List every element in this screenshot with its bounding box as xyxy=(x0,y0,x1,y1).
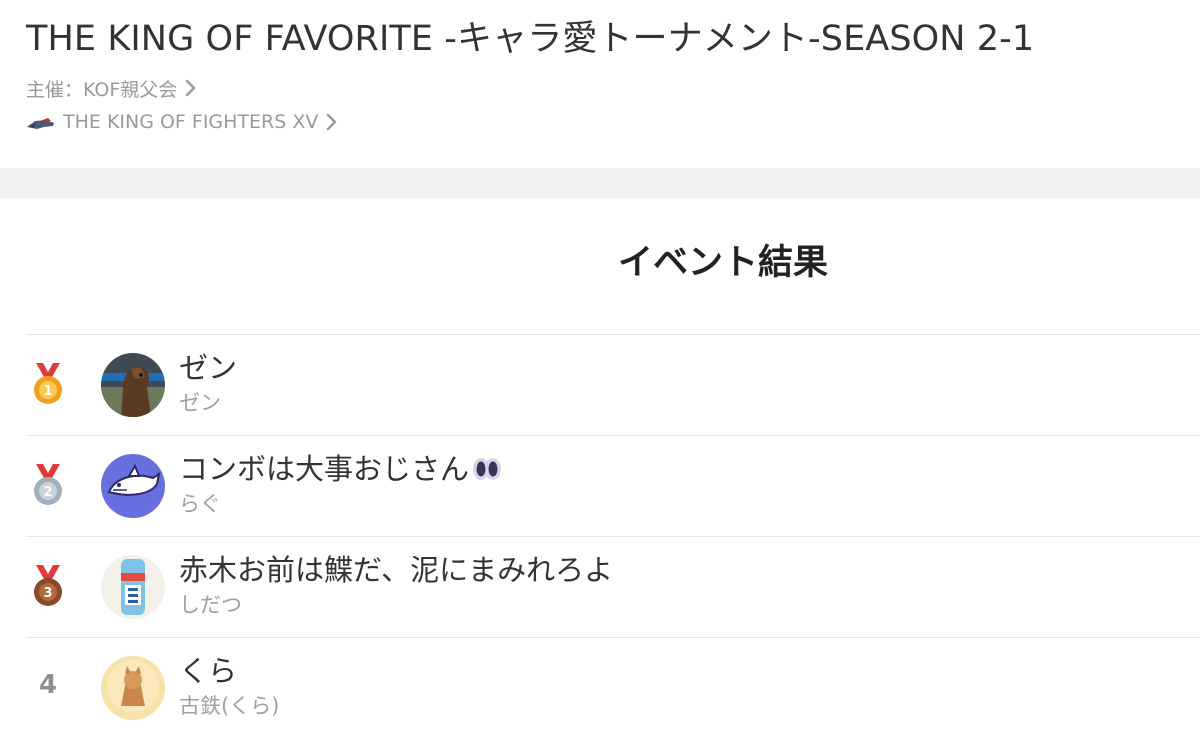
eyes-emoji-icon xyxy=(473,458,502,480)
section-divider xyxy=(0,168,1200,198)
rank-number: 4 xyxy=(38,670,58,700)
team-name: コンボは大事おじさん xyxy=(179,452,470,486)
team-name[interactable]: くら xyxy=(179,652,237,690)
event-title: THE KING OF FAVORITE -キャラ愛トーナメント-SEASON … xyxy=(26,19,1035,59)
rank-cell: 2 xyxy=(26,436,74,536)
silver-medal-icon: 2 xyxy=(34,464,62,505)
bronze-medal-icon: 3 xyxy=(34,565,62,606)
organizer-link[interactable]: 主催：KOF親父会 xyxy=(26,74,199,102)
player-avatar[interactable] xyxy=(101,656,165,720)
team-name[interactable]: ゼン xyxy=(179,349,237,387)
rank-cell: 4 xyxy=(26,638,74,738)
player-avatar[interactable] xyxy=(101,454,165,518)
player-avatar[interactable] xyxy=(101,555,165,619)
event-header: THE KING OF FAVORITE -キャラ愛トーナメント-SEASON … xyxy=(0,0,1200,168)
result-row: 1 ゼン ゼン xyxy=(26,334,1200,435)
drink-can-avatar-icon xyxy=(101,555,165,619)
organizer-label: 主催：KOF親父会 xyxy=(26,78,178,101)
character-avatar-icon xyxy=(101,656,165,720)
medal-rank-number: 2 xyxy=(43,485,52,500)
player-name[interactable]: しだつ xyxy=(179,590,242,620)
result-row: 4 くら 古鉄(くら) xyxy=(26,637,1200,738)
result-row: 3 赤木お前は鰈だ、泥にまみれろよ しだつ xyxy=(26,536,1200,637)
team-name[interactable]: 赤木お前は鰈だ、泥にまみれろよ xyxy=(179,551,613,589)
rank-cell: 1 xyxy=(26,335,74,435)
results-list: 1 ゼン ゼン 2 コンボは大事おじさん らぐ 3 赤木お前は鰈だ、泥にまみれろ… xyxy=(26,334,1200,738)
game-label: THE KING OF FIGHTERS XV xyxy=(63,111,319,133)
player-name[interactable]: 古鉄(くら) xyxy=(179,691,279,721)
medal-rank-number: 1 xyxy=(43,384,52,399)
shark-avatar-icon xyxy=(101,454,165,518)
gold-medal-icon: 1 xyxy=(34,363,62,404)
game-link[interactable]: THE KING OF FIGHTERS XV xyxy=(26,108,340,136)
chevron-right-icon xyxy=(186,79,196,97)
player-name[interactable]: らぐ xyxy=(179,489,221,519)
chevron-right-icon xyxy=(327,113,337,131)
rank-cell: 3 xyxy=(26,537,74,637)
player-avatar[interactable] xyxy=(101,353,165,417)
results-heading: イベント結果 xyxy=(617,243,828,283)
medal-rank-number: 3 xyxy=(43,586,52,601)
result-row: 2 コンボは大事おじさん らぐ xyxy=(26,435,1200,536)
player-name[interactable]: ゼン xyxy=(179,388,221,418)
team-name-wrap[interactable]: コンボは大事おじさん xyxy=(179,450,503,488)
horse-avatar-icon xyxy=(101,353,165,417)
game-logo-icon xyxy=(27,118,54,129)
